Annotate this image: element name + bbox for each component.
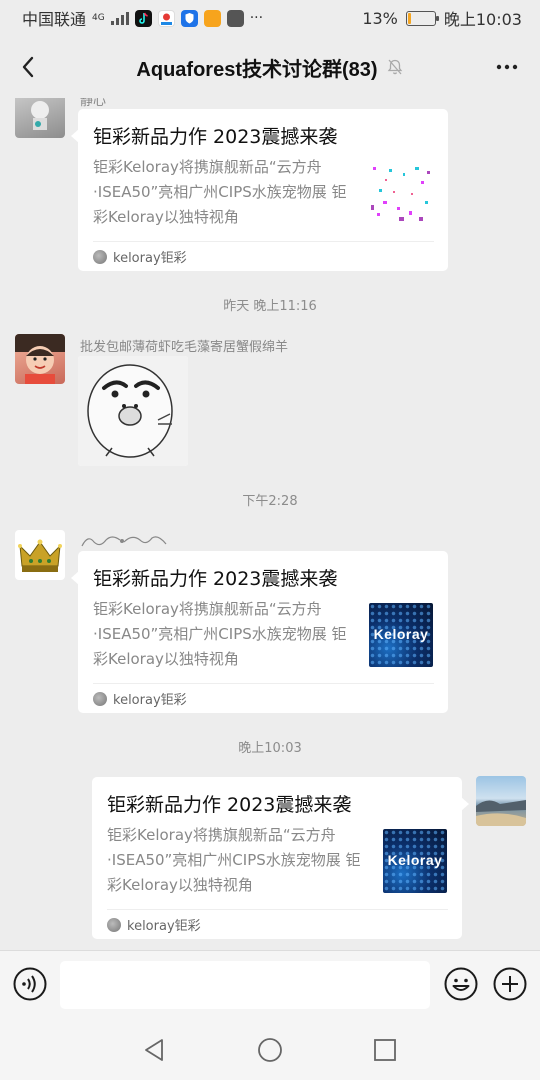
plus-circle-icon[interactable]: [493, 967, 527, 1001]
card-thumbnail: [369, 161, 433, 225]
carrier-label: 中国联通: [22, 10, 87, 29]
tiktok-app-icon: [134, 9, 152, 27]
source-logo-icon: [107, 917, 121, 932]
home-circle-icon[interactable]: [256, 1036, 284, 1064]
source-logo-icon: [93, 249, 107, 264]
bell-off-icon: [387, 59, 402, 75]
gallery-app-icon: [226, 9, 244, 27]
link-card[interactable]: 钜彩新品力作 2023震撼来袭 钜彩Keloray将携旗舰新品“云方舟·ISEA…: [71, 551, 448, 713]
orange-app-icon: [203, 9, 221, 27]
source-logo-icon: [93, 691, 107, 706]
card-title: 钜彩新品力作 2023震撼来袭: [93, 568, 338, 590]
chat-header: Aquaforest技术讨论群(83): [0, 36, 540, 98]
input-bar: [0, 950, 540, 1020]
timestamp: 晚上10:03: [238, 741, 302, 756]
card-title: 钜彩新品力作 2023震撼来袭: [107, 794, 352, 816]
card-thumbnail: Keloray: [383, 829, 447, 893]
back-triangle-icon[interactable]: [140, 1036, 168, 1064]
source-name: keloray钜彩: [127, 919, 201, 934]
link-card[interactable]: 钜彩新品力作 2023震撼来袭 钜彩Keloray将携旗舰新品“云方舟·ISEA…: [92, 777, 469, 939]
status-bar: 中国联通 4G ··· 13% 晚上10:03: [0, 0, 540, 36]
card-source: keloray钜彩: [107, 909, 448, 939]
group-name: Aquaforest技术讨论群(83): [136, 58, 378, 81]
message-list[interactable]: 静心 钜彩新品力作 2023震撼来袭 钜彩Keloray将携旗舰新品“云方舟·I…: [0, 98, 540, 950]
sender-name: 静心: [80, 98, 107, 109]
voice-icon[interactable]: [13, 967, 47, 1001]
thumbnail-brand-text: Keloray: [373, 626, 429, 642]
avatar[interactable]: [15, 530, 65, 580]
timestamp: 下午2:28: [242, 494, 298, 509]
more-horizontal-icon[interactable]: [494, 55, 520, 79]
card-title: 钜彩新品力作 2023震撼来袭: [93, 126, 338, 148]
my-avatar[interactable]: [476, 776, 526, 826]
card-description: 钜彩Keloray将携旗舰新品“云方舟·ISEA50”亮相广州CIPS水族宠物展…: [93, 158, 347, 226]
recents-square-icon[interactable]: [371, 1036, 399, 1064]
source-name: keloray钜彩: [113, 693, 187, 708]
avatar[interactable]: [15, 334, 65, 384]
card-source: keloray钜彩: [93, 683, 434, 713]
shield-app-icon: [180, 9, 198, 27]
signal-icon: [110, 11, 129, 25]
ornament-icon: [81, 536, 167, 547]
link-card[interactable]: 钜彩新品力作 2023震撼来袭 钜彩Keloray将携旗舰新品“云方舟·ISEA…: [71, 109, 448, 271]
sticker-image[interactable]: [78, 356, 188, 466]
card-description: 钜彩Keloray将携旗舰新品“云方舟·ISEA50”亮相广州CIPS水族宠物展…: [107, 826, 361, 894]
sender-name: 批发包邮薄荷虾吃毛藻寄居蟹假绵羊: [80, 340, 289, 355]
more-notifications-icon: ···: [249, 10, 264, 26]
message-input[interactable]: [60, 961, 430, 1009]
system-nav-bar: [0, 1020, 540, 1080]
map-app-icon: [157, 9, 175, 27]
avatar[interactable]: [15, 98, 65, 138]
card-source: keloray钜彩: [93, 241, 434, 271]
network-type-label: 4G: [92, 12, 105, 23]
chat-title: Aquaforest技术讨论群(83): [136, 53, 403, 82]
battery-percent: 13%: [362, 8, 398, 28]
chevron-left-icon[interactable]: [14, 52, 44, 82]
emoji-icon[interactable]: [444, 967, 478, 1001]
card-description: 钜彩Keloray将携旗舰新品“云方舟·ISEA50”亮相广州CIPS水族宠物展…: [93, 600, 347, 668]
source-name: keloray钜彩: [113, 251, 187, 266]
timestamp: 昨天 晚上11:16: [223, 299, 317, 314]
card-thumbnail: Keloray: [369, 603, 433, 667]
crown-icon: [18, 539, 62, 572]
thumbnail-brand-text: Keloray: [387, 852, 443, 868]
battery-icon: [405, 10, 439, 26]
meme-face-icon: [78, 356, 188, 466]
clock: 晚上10:03: [443, 10, 522, 29]
